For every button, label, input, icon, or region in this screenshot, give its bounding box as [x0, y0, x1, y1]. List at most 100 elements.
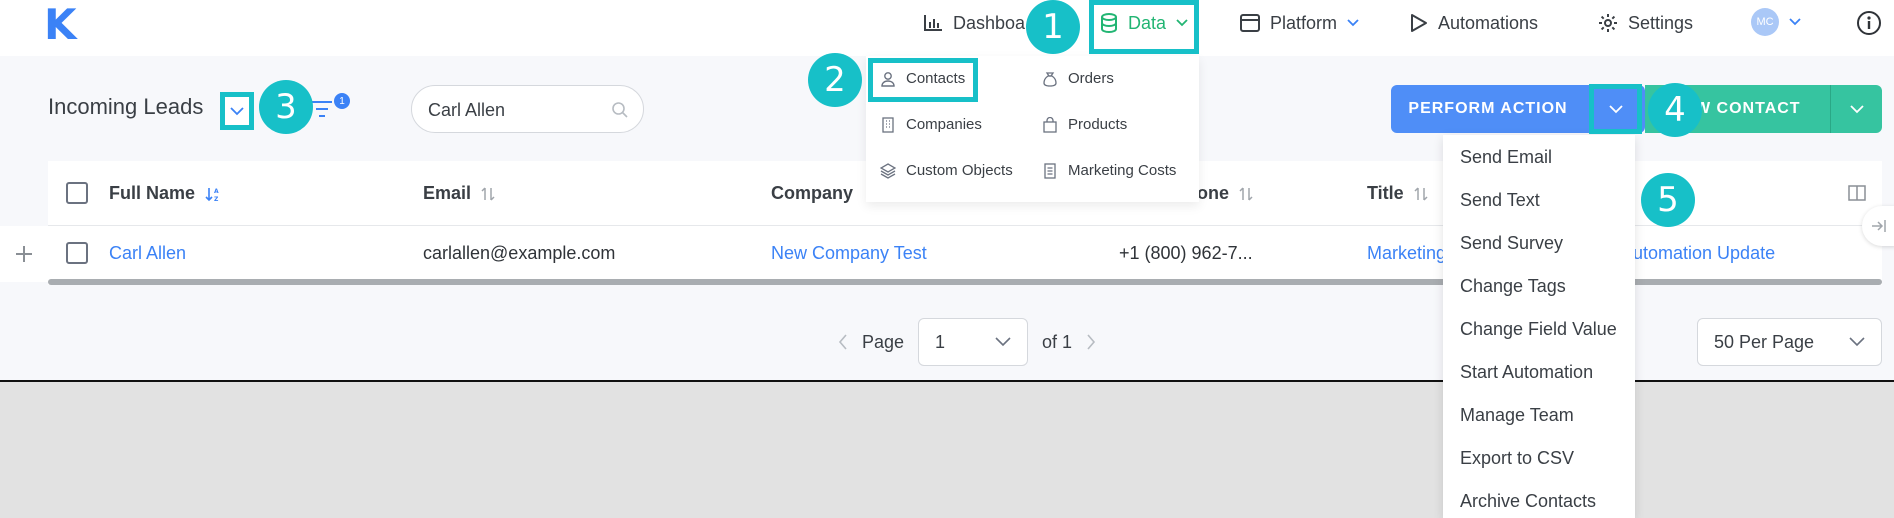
perform-action-button[interactable]: PERFORM ACTION: [1391, 85, 1585, 133]
menu-item-send-survey[interactable]: Send Survey: [1460, 233, 1563, 254]
menu-item-archive-contacts[interactable]: Archive Contacts: [1460, 491, 1596, 512]
chevron-left-icon[interactable]: [838, 334, 848, 350]
nav-dashboard[interactable]: Dashboa: [923, 10, 1025, 36]
filter-count-badge: 1: [334, 93, 350, 109]
sort-icon[interactable]: [1239, 186, 1253, 202]
menu-item-manage-team[interactable]: Manage Team: [1460, 405, 1574, 426]
cell-automation[interactable]: utomation Update: [1633, 243, 1775, 264]
highlight-box: [1589, 84, 1642, 134]
column-header-full-name[interactable]: Full Name AZ: [109, 183, 221, 204]
column-header-label: Email: [423, 183, 472, 203]
menu-item-send-email[interactable]: Send Email: [1460, 147, 1552, 168]
info-icon[interactable]: [1856, 10, 1882, 36]
highlight-box: [1089, 0, 1199, 54]
column-header-company[interactable]: Company: [771, 183, 853, 204]
column-header-title[interactable]: Title: [1367, 183, 1428, 204]
callout-5: 5: [1641, 173, 1695, 227]
row-checkbox[interactable]: [66, 242, 88, 264]
new-contact-dropdown[interactable]: [1830, 85, 1882, 133]
side-panel-toggle[interactable]: [1862, 206, 1894, 246]
plus-icon: [15, 245, 33, 263]
layers-icon: [880, 162, 896, 179]
highlight-box: [868, 58, 978, 102]
menu-item-change-field-value[interactable]: Change Field Value: [1460, 319, 1617, 340]
view-switcher-button[interactable]: [220, 92, 254, 130]
nav-automations-label: Automations: [1438, 12, 1539, 33]
callout-1: 1: [1026, 0, 1080, 54]
chevron-down-icon: [1849, 337, 1865, 347]
svg-text:Z: Z: [214, 196, 219, 202]
search-box[interactable]: [411, 85, 644, 133]
menu-item-products[interactable]: Products: [1042, 116, 1127, 133]
menu-item-label: Custom Objects: [906, 162, 1013, 179]
columns-icon[interactable]: [1848, 185, 1866, 201]
receipt-icon: [1042, 162, 1058, 179]
page-select-value: 1: [935, 331, 946, 352]
menu-item-label: Companies: [906, 116, 982, 133]
chevron-down-icon: [230, 106, 244, 116]
chevron-down-icon: [1608, 104, 1623, 114]
sort-az-icon[interactable]: AZ: [205, 186, 221, 202]
window-icon: [1240, 14, 1260, 32]
search-icon[interactable]: [611, 101, 629, 119]
svg-text:A: A: [214, 188, 219, 195]
arrow-right-icon: [1871, 219, 1887, 233]
menu-item-custom-objects[interactable]: Custom Objects: [880, 162, 1013, 179]
menu-item-orders[interactable]: Orders: [1042, 70, 1114, 87]
search-input[interactable]: [428, 98, 598, 122]
filter-icon[interactable]: [310, 98, 334, 120]
menu-item-export-csv[interactable]: Export to CSV: [1460, 448, 1574, 469]
nav-settings[interactable]: Settings: [1598, 10, 1693, 36]
nav-platform[interactable]: Platform: [1240, 10, 1359, 36]
chevron-down-icon: [1347, 19, 1359, 27]
app-logo[interactable]: K: [44, 4, 77, 46]
gear-icon: [1598, 13, 1618, 33]
user-menu[interactable]: MC: [1751, 8, 1801, 36]
chevron-down-icon: [995, 337, 1011, 347]
per-page-value: 50 Per Page: [1714, 331, 1815, 352]
money-bag-icon: [1042, 71, 1058, 87]
select-all-checkbox[interactable]: [66, 182, 88, 204]
page-count-label: of 1: [1042, 331, 1073, 352]
menu-item-change-tags[interactable]: Change Tags: [1460, 276, 1566, 297]
nav-settings-label: Settings: [1628, 12, 1694, 33]
cell-email: carlallen@example.com: [423, 243, 616, 263]
chevron-down-icon: [1789, 18, 1801, 26]
nav-dashboard-label: Dashboa: [953, 12, 1026, 33]
chevron-right-icon[interactable]: [1086, 334, 1096, 350]
perform-action-menu: Send Email Send Text Send Survey Change …: [1443, 135, 1635, 518]
column-header-label: Title: [1367, 183, 1404, 203]
cell-title[interactable]: Marketing: [1367, 243, 1446, 264]
callout-3: 3: [259, 80, 313, 134]
column-header-email[interactable]: Email: [423, 183, 495, 204]
building-icon: [880, 116, 896, 133]
expand-row-button[interactable]: [0, 226, 48, 282]
callout-2: 2: [808, 53, 862, 107]
menu-item-send-text[interactable]: Send Text: [1460, 190, 1540, 211]
chevron-down-icon: [1849, 104, 1864, 114]
sort-icon[interactable]: [481, 186, 495, 202]
pagination: Page 1 of 1: [838, 318, 1096, 366]
avatar: MC: [1751, 8, 1779, 36]
shopping-bag-icon: [1042, 116, 1058, 133]
page-title: Incoming Leads: [48, 94, 204, 119]
menu-item-companies[interactable]: Companies: [880, 116, 982, 133]
menu-item-label: Products: [1068, 116, 1128, 133]
nav-automations[interactable]: Automations: [1410, 10, 1538, 36]
cell-full-name[interactable]: Carl Allen: [109, 243, 186, 264]
play-icon: [1410, 13, 1428, 33]
page-label: Page: [862, 331, 905, 352]
bar-chart-icon: [923, 14, 943, 32]
per-page-select[interactable]: 50 Per Page: [1697, 318, 1882, 366]
cell-company[interactable]: New Company Test: [771, 243, 927, 264]
cell-phone: +1 (800) 962-7...: [1119, 243, 1253, 263]
column-header-label: Company: [771, 183, 854, 203]
menu-item-label: Orders: [1068, 70, 1114, 87]
menu-item-marketing-costs[interactable]: Marketing Costs: [1042, 162, 1176, 179]
sort-icon[interactable]: [1414, 186, 1428, 202]
top-nav-bar: K Dashboa Data Platform Automations Sett…: [0, 0, 1894, 56]
menu-item-start-automation[interactable]: Start Automation: [1460, 362, 1593, 383]
page-select[interactable]: 1: [918, 318, 1029, 366]
nav-platform-label: Platform: [1270, 12, 1338, 33]
menu-item-label: Marketing Costs: [1068, 162, 1177, 179]
